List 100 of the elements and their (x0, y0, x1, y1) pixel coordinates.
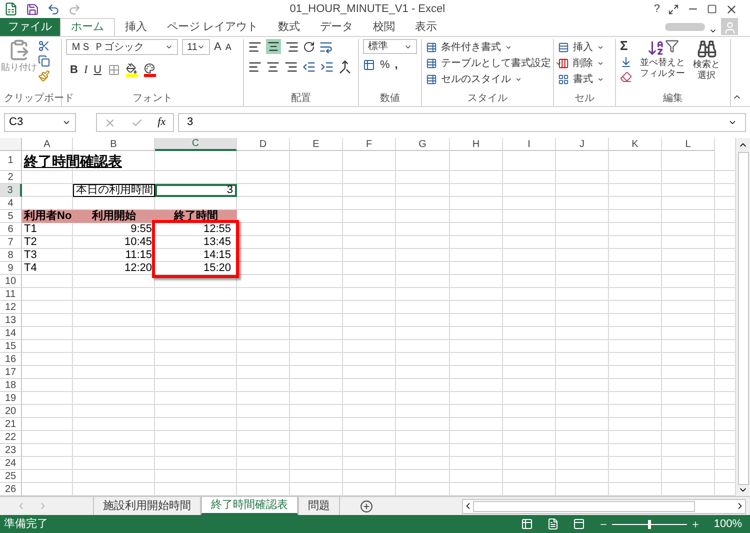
percent-button[interactable]: % (380, 57, 390, 74)
page-layout-view-icon[interactable] (546, 518, 559, 530)
file-tab[interactable]: ファイル (0, 18, 60, 36)
column-heading[interactable]: K (609, 138, 662, 151)
help-button[interactable]: ? (654, 0, 660, 18)
underline-button[interactable]: U (94, 62, 102, 78)
sort-filter-button[interactable]: 並べ替えと フィルター (640, 39, 685, 83)
style-menu-button[interactable]: セルのスタイル (426, 71, 522, 87)
zoom-in-icon[interactable] (690, 520, 700, 528)
row-heading[interactable]: 4 (0, 197, 22, 210)
row-heading[interactable]: 11 (0, 288, 22, 301)
save-icon[interactable] (26, 2, 39, 16)
increase-indent-icon[interactable] (320, 60, 334, 74)
column-heading[interactable]: C (155, 138, 237, 151)
vertical-scrollbar-thumb[interactable] (738, 152, 748, 486)
column-heading[interactable]: G (396, 138, 450, 151)
row-heading[interactable]: 17 (0, 366, 22, 379)
row-heading[interactable]: 3 (0, 184, 22, 197)
row-heading[interactable]: 14 (0, 327, 22, 340)
ribbon-tab[interactable]: データ (310, 18, 364, 36)
column-heading[interactable]: A (22, 138, 73, 151)
row-heading[interactable]: 8 (0, 249, 22, 262)
column-heading[interactable]: E (290, 138, 343, 151)
align-center-icon[interactable] (266, 60, 280, 74)
row-heading[interactable]: 5 (0, 210, 22, 223)
ribbon-tab[interactable]: 校閲 (363, 18, 406, 36)
row-heading[interactable]: 16 (0, 353, 22, 366)
find-select-button[interactable]: 検索と 選択 (693, 39, 720, 83)
row-heading[interactable]: 23 (0, 444, 22, 457)
ribbon-tab[interactable]: ホーム (60, 18, 115, 36)
copy-icon[interactable] (38, 55, 50, 67)
column-heading[interactable]: D (237, 138, 290, 151)
formula-field[interactable]: 3 (178, 113, 746, 132)
column-heading[interactable]: B (73, 138, 155, 151)
table-cell-text: 12:55 (203, 222, 232, 237)
sheet-tab[interactable]: 終了時間確認表 (201, 497, 298, 515)
style-menu-button[interactable]: 条件付き書式 (426, 39, 512, 55)
row-heading[interactable]: 2 (0, 171, 22, 184)
decrease-indent-icon[interactable] (302, 60, 316, 74)
ribbon-tab[interactable]: ページ レイアウト (157, 18, 268, 36)
number-format-field[interactable]: 標準 (363, 39, 417, 54)
shrink-font-button[interactable]: A (225, 40, 232, 54)
name-box[interactable]: C3 (4, 113, 76, 132)
table-cell[interactable]: 3 (155, 184, 237, 197)
row-heading[interactable]: 18 (0, 379, 22, 392)
status-text: 準備完了 (4, 516, 48, 532)
insert-function-button[interactable]: fx (158, 114, 166, 131)
close-icon[interactable] (725, 2, 738, 16)
column-heading[interactable]: F (343, 138, 396, 151)
column-heading[interactable]: I (503, 138, 556, 151)
column-heading[interactable]: J (556, 138, 609, 151)
row-heading[interactable]: 20 (0, 405, 22, 418)
row-heading[interactable]: 19 (0, 392, 22, 405)
row-heading[interactable]: 25 (0, 470, 22, 483)
cells-menu-button[interactable]: 書式 (558, 71, 604, 87)
page-break-view-icon[interactable] (572, 518, 585, 530)
align-left-icon[interactable] (248, 60, 262, 74)
align-right-icon[interactable] (284, 60, 298, 74)
normal-view-icon[interactable] (520, 518, 533, 530)
row-heading[interactable]: 1 (0, 151, 22, 171)
column-heading[interactable]: L (662, 138, 715, 151)
align-middle-icon[interactable] (266, 39, 281, 54)
fill-down-icon[interactable] (620, 56, 632, 68)
row-heading[interactable]: 10 (0, 275, 22, 288)
wrap-text-icon[interactable] (319, 40, 333, 54)
ribbon-tab[interactable]: 表示 (405, 18, 448, 36)
autosum-button[interactable]: Σ (620, 39, 632, 53)
row-heading[interactable]: 26 (0, 483, 22, 496)
undo-icon[interactable] (47, 2, 60, 16)
row-heading[interactable]: 24 (0, 457, 22, 470)
bold-button[interactable]: B (70, 62, 78, 78)
row-heading[interactable]: 7 (0, 236, 22, 249)
restore-icon[interactable] (707, 4, 717, 14)
ribbon-tab[interactable]: 数式 (268, 18, 310, 36)
row-heading[interactable]: 6 (0, 223, 22, 236)
column-heading[interactable]: H (450, 138, 503, 151)
fill-color-icon[interactable] (126, 62, 138, 77)
ribbon-tab[interactable]: 挿入 (115, 18, 157, 36)
new-sheet-icon[interactable] (360, 500, 373, 512)
row-heading[interactable]: 21 (0, 418, 22, 431)
grow-font-button[interactable]: A (214, 39, 222, 56)
font-name-field[interactable]: ＭＳ Ｐゴシック (66, 39, 178, 56)
format-painter-icon[interactable] (38, 70, 50, 82)
cells-menu-button[interactable]: 挿入 (558, 39, 604, 55)
cut-icon[interactable] (38, 40, 50, 52)
row-heading[interactable]: 13 (0, 314, 22, 327)
row-heading[interactable]: 9 (0, 262, 22, 275)
row-heading[interactable]: 12 (0, 301, 22, 314)
eraser-icon[interactable] (620, 71, 632, 83)
font-size-field[interactable]: 11 (182, 39, 210, 56)
merge-icon[interactable] (338, 60, 352, 74)
horizontal-scrollbar-thumb[interactable] (473, 500, 695, 512)
borders-icon[interactable] (108, 64, 120, 76)
zoom-level[interactable]: 100% (714, 516, 746, 532)
italic-button[interactable]: I (84, 62, 88, 78)
orientation-icon[interactable] (303, 40, 315, 52)
zoom-slider-thumb[interactable] (648, 520, 652, 528)
row-heading[interactable]: 22 (0, 431, 22, 444)
comma-button[interactable]: , (394, 57, 398, 74)
row-heading[interactable]: 15 (0, 340, 22, 353)
